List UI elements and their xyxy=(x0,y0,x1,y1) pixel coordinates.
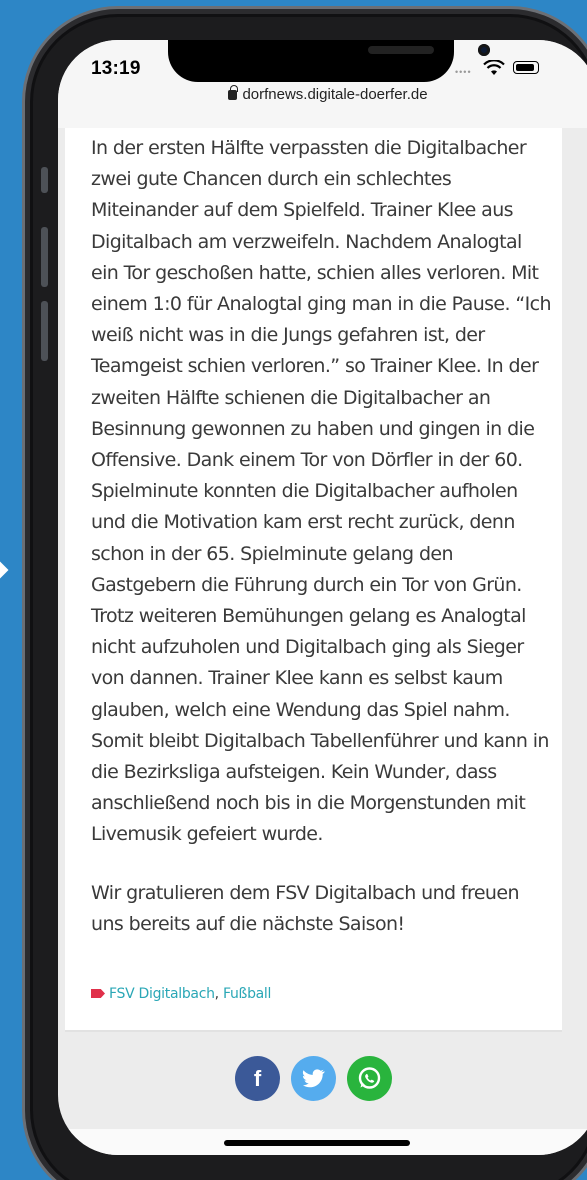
address-bar[interactable]: dorfnews.digitale-doerfer.de xyxy=(58,85,587,103)
wifi-icon xyxy=(483,60,505,75)
whatsapp-icon xyxy=(358,1067,381,1089)
tag-icon xyxy=(91,989,105,998)
speaker-grille xyxy=(368,46,434,54)
share-bar: f xyxy=(235,1056,395,1104)
page-arrow-icon xyxy=(0,561,9,579)
url-text: dorfnews.digitale-doerfer.de xyxy=(242,86,428,103)
tag-link-fussball[interactable]: Fußball xyxy=(223,986,271,1002)
article-paragraph: In der ersten Hälfte verpassten die Digi… xyxy=(91,133,552,851)
article-paragraph-closing: Wir gratulieren dem FSV Digitalbach und … xyxy=(91,878,551,940)
status-time: 13:19 xyxy=(91,58,141,79)
twitter-share-button[interactable] xyxy=(291,1056,336,1101)
tag-link-fsv[interactable]: FSV Digitalbach xyxy=(109,986,215,1002)
volume-up-button xyxy=(41,227,48,287)
facebook-share-button[interactable]: f xyxy=(235,1056,280,1101)
article-card: In der ersten Hälfte verpassten die Digi… xyxy=(65,128,562,1030)
lock-icon xyxy=(228,85,238,100)
camera-notch xyxy=(168,40,490,82)
article-text: Wir gratulieren dem FSV Digitalbach und … xyxy=(91,882,519,936)
volume-down-button xyxy=(41,301,48,361)
whatsapp-share-button[interactable] xyxy=(347,1056,392,1101)
facebook-icon: f xyxy=(253,1066,262,1091)
tag-separator: , xyxy=(214,986,219,1002)
front-camera xyxy=(478,44,490,56)
battery-icon xyxy=(513,61,539,74)
signal-icon: •••• xyxy=(455,67,472,77)
mute-switch xyxy=(41,167,48,193)
article-text: In der ersten Hälfte verpassten die Digi… xyxy=(91,137,552,846)
divider xyxy=(65,1030,562,1032)
phone-screen: 13:19 •••• dorfnews.digitale-doerfer.de … xyxy=(58,40,587,1155)
twitter-icon xyxy=(302,1069,325,1088)
article-tags: FSV Digitalbach, Fußball xyxy=(91,986,271,1002)
home-indicator[interactable] xyxy=(224,1140,410,1146)
